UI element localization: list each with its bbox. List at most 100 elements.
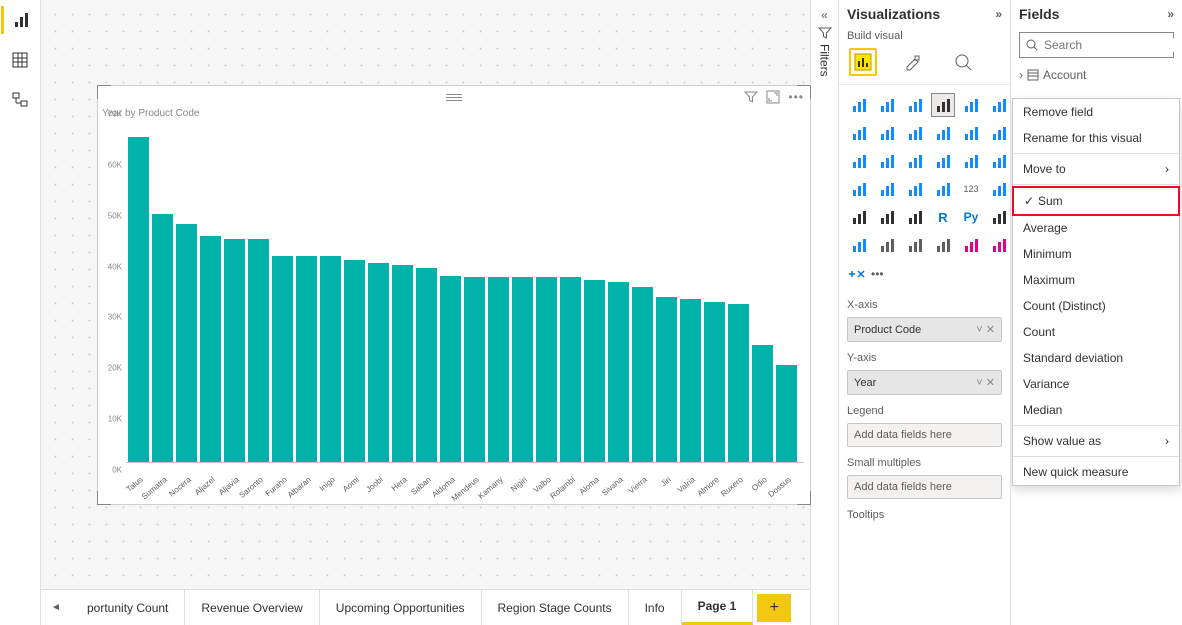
chart-bar[interactable] — [512, 277, 533, 462]
viz-type-icon[interactable] — [987, 93, 1010, 117]
cm-show-value-as[interactable]: Show value as› — [1013, 428, 1179, 454]
viz-type-icon[interactable] — [987, 121, 1010, 145]
yaxis-well[interactable]: Year ˅ ✕ — [847, 370, 1002, 395]
chart-bar[interactable] — [176, 224, 197, 462]
data-view-button[interactable] — [1, 46, 39, 74]
model-view-button[interactable] — [1, 86, 39, 114]
cm-median[interactable]: Median — [1013, 397, 1179, 423]
page-tab[interactable]: portunity Count — [71, 590, 185, 625]
cm-sum[interactable]: ✓Sum — [1012, 186, 1180, 216]
cm-stddev[interactable]: Standard deviation — [1013, 345, 1179, 371]
resize-handle-tr[interactable] — [797, 85, 811, 99]
chart-bar[interactable] — [488, 277, 509, 462]
viz-type-icon[interactable] — [903, 177, 927, 201]
more-visuals-icon[interactable] — [847, 265, 865, 283]
analytics-tab[interactable] — [949, 48, 977, 76]
cm-count-distinct[interactable]: Count (Distinct) — [1013, 293, 1179, 319]
chart-bar[interactable] — [704, 302, 725, 462]
chart-bar[interactable] — [680, 299, 701, 462]
add-page-button[interactable]: + — [757, 594, 791, 622]
cm-minimum[interactable]: Minimum — [1013, 241, 1179, 267]
chart-bar[interactable] — [272, 256, 293, 462]
chart-bar[interactable] — [632, 287, 653, 462]
viz-type-icon[interactable] — [847, 93, 871, 117]
viz-type-icon[interactable] — [903, 149, 927, 173]
cm-rename[interactable]: Rename for this visual — [1013, 125, 1179, 151]
chart-bar[interactable] — [752, 345, 773, 462]
cm-new-quick-measure[interactable]: New quick measure — [1013, 459, 1179, 485]
chart-bar[interactable] — [344, 260, 365, 462]
viz-type-icon[interactable] — [959, 149, 983, 173]
viz-type-icon[interactable] — [875, 233, 899, 257]
page-tab[interactable]: Info — [629, 590, 682, 625]
chart-bar[interactable] — [776, 365, 797, 462]
chart-bar[interactable] — [584, 280, 605, 462]
format-visual-tab[interactable] — [899, 48, 927, 76]
viz-type-icon[interactable] — [847, 121, 871, 145]
legend-well[interactable]: Add data fields here — [847, 423, 1002, 447]
viz-type-icon[interactable] — [875, 177, 899, 201]
chart-bar[interactable] — [560, 277, 581, 462]
xaxis-well-actions[interactable]: ˅ ✕ — [976, 323, 995, 336]
viz-type-icon[interactable]: 123 — [959, 177, 983, 201]
cm-average[interactable]: Average — [1013, 215, 1179, 241]
chart-bar[interactable] — [128, 137, 149, 462]
cm-move-to[interactable]: Move to› — [1013, 156, 1179, 182]
chart-bar[interactable] — [152, 214, 173, 462]
viz-type-icon[interactable] — [847, 233, 871, 257]
report-view-button[interactable] — [1, 6, 39, 34]
expand-filters-icon[interactable]: « — [821, 8, 828, 22]
viz-type-icon[interactable] — [959, 93, 983, 117]
viz-type-icon[interactable] — [903, 121, 927, 145]
page-tab[interactable]: Upcoming Opportunities — [320, 590, 482, 625]
focus-mode-icon[interactable] — [766, 90, 780, 104]
table-account-row[interactable]: › Account — [1015, 66, 1178, 84]
yaxis-well-actions[interactable]: ˅ ✕ — [976, 376, 995, 389]
small-multiples-well[interactable]: Add data fields here — [847, 475, 1002, 499]
chart-bar[interactable] — [392, 265, 413, 462]
viz-type-icon[interactable] — [987, 177, 1010, 201]
cm-maximum[interactable]: Maximum — [1013, 267, 1179, 293]
viz-type-icon[interactable] — [987, 149, 1010, 173]
chart-bar[interactable] — [368, 263, 389, 462]
viz-type-icon[interactable] — [987, 205, 1010, 229]
viz-type-icon[interactable] — [847, 149, 871, 173]
cm-variance[interactable]: Variance — [1013, 371, 1179, 397]
chart-bar[interactable] — [656, 297, 677, 462]
viz-type-icon[interactable] — [875, 121, 899, 145]
chart-bar[interactable] — [320, 256, 341, 462]
cm-count[interactable]: Count — [1013, 319, 1179, 345]
chart-bar[interactable] — [200, 236, 221, 462]
viz-type-icon[interactable] — [931, 233, 955, 257]
viz-type-icon[interactable] — [875, 93, 899, 117]
visual-grip-icon[interactable] — [444, 94, 464, 101]
chart-bar[interactable] — [416, 268, 437, 462]
viz-type-icon[interactable] — [903, 93, 927, 117]
filter-icon[interactable] — [744, 90, 758, 104]
viz-type-icon[interactable] — [931, 93, 955, 117]
chart-bar[interactable] — [728, 304, 749, 462]
report-canvas[interactable]: ••• Year by Product Code 0K10K20K30K40K5… — [41, 0, 810, 589]
tab-scroll-left[interactable]: ◄ — [41, 602, 71, 613]
viz-type-icon[interactable] — [959, 233, 983, 257]
collapse-fields-icon[interactable]: » — [1167, 7, 1174, 21]
chart-bar[interactable] — [608, 282, 629, 462]
chart-bar[interactable] — [296, 256, 317, 462]
viz-type-icon[interactable]: Py — [959, 205, 983, 229]
viz-type-icon[interactable] — [847, 177, 871, 201]
viz-type-icon[interactable] — [959, 121, 983, 145]
viz-type-icon[interactable] — [847, 205, 871, 229]
viz-type-icon[interactable] — [903, 205, 927, 229]
chart-bar[interactable] — [248, 239, 269, 462]
viz-type-icon[interactable]: R — [931, 205, 955, 229]
cm-remove-field[interactable]: Remove field — [1013, 99, 1179, 125]
bar-chart-visual[interactable]: ••• Year by Product Code 0K10K20K30K40K5… — [97, 85, 811, 505]
fields-search-input[interactable] — [1044, 38, 1182, 52]
chart-bar[interactable] — [536, 277, 557, 462]
fields-search[interactable] — [1019, 32, 1174, 58]
filters-pane-collapsed[interactable]: « Filters — [810, 0, 838, 625]
collapse-viz-icon[interactable]: » — [995, 7, 1002, 21]
build-visual-tab[interactable] — [849, 48, 877, 76]
viz-type-icon[interactable] — [875, 205, 899, 229]
page-tab[interactable]: Page 1 — [682, 590, 754, 625]
